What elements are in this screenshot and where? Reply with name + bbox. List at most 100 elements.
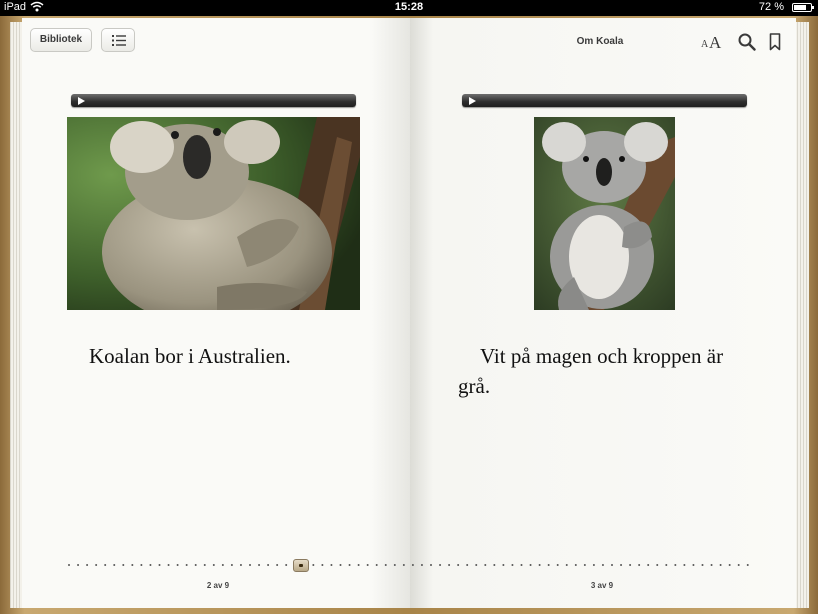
scrubber-dot — [402, 564, 405, 566]
scrubber-dot — [439, 564, 442, 566]
scrubber-dot — [719, 564, 722, 566]
scrubber-thumb[interactable] — [292, 559, 309, 572]
scrubber-dot — [683, 564, 686, 566]
scrubber-dot — [692, 564, 695, 566]
scrubber-dot — [285, 564, 288, 566]
scrubber-dot — [611, 564, 613, 566]
audio-player-left[interactable] — [71, 94, 356, 107]
scrubber-dot — [475, 564, 478, 566]
scrubber-dot — [556, 564, 559, 566]
scrubber-dot — [520, 564, 523, 566]
search-icon[interactable] — [738, 33, 756, 51]
scrubber-dot — [239, 564, 242, 566]
scrubber-dot — [674, 564, 677, 566]
scrubber-dot — [194, 564, 197, 566]
scrubber-dot — [221, 564, 224, 566]
play-icon[interactable] — [78, 97, 85, 105]
scrubber-dot — [457, 564, 460, 566]
scrubber-dot — [149, 564, 152, 566]
scrubber-dot — [430, 564, 432, 566]
scrubber-dot — [493, 564, 496, 566]
scrubber-dot — [647, 564, 650, 566]
scrubber-dot — [366, 564, 369, 566]
scrubber-dot — [565, 564, 568, 566]
scrubber-dot — [212, 564, 215, 566]
scrubber-dot — [466, 564, 469, 566]
scrubber-dot — [737, 564, 740, 566]
scrubber-dot — [86, 564, 89, 566]
bookmark-icon[interactable] — [769, 33, 781, 51]
battery-icon — [792, 3, 814, 12]
scrubber-dot — [484, 564, 487, 566]
scrubber-dot — [77, 564, 80, 566]
scrubber-dot — [411, 564, 414, 566]
scrubber-dot — [502, 564, 505, 566]
scrubber-dot — [330, 564, 333, 566]
scrubber-dot — [601, 564, 604, 566]
scrubber-dot — [393, 564, 396, 566]
scrubber-dot — [620, 564, 623, 566]
status-bar: iPad 15:28 72 % — [0, 0, 818, 16]
scrubber-dot — [167, 564, 170, 566]
scrubber-dot — [68, 564, 70, 566]
scrubber-dot — [375, 564, 378, 566]
scrubber-dot — [185, 564, 188, 566]
list-icon — [112, 35, 126, 46]
scrubber-dot — [701, 564, 704, 566]
scrubber-dot — [547, 564, 550, 566]
scrubber-dot — [176, 564, 179, 566]
font-size-icon[interactable]: A A — [700, 33, 726, 52]
book-title: Om Koala — [576, 36, 624, 47]
play-icon[interactable] — [469, 97, 476, 105]
scrubber-dot — [574, 564, 577, 566]
scrubber-dot — [746, 564, 749, 566]
page-text-left: Koalan bor i Australien. — [89, 344, 291, 368]
scrubber-dot — [656, 564, 659, 566]
font-size-small-a: A — [701, 39, 709, 50]
scrubber-dot — [276, 564, 279, 566]
scrubber-dot — [728, 564, 731, 566]
audio-player-right[interactable] — [462, 94, 747, 107]
table-of-contents-button[interactable] — [101, 28, 135, 52]
clock: 15:28 — [394, 1, 424, 13]
page-scrubber[interactable] — [66, 558, 756, 572]
koala-photo-right — [534, 117, 675, 310]
scrubber-dot — [312, 564, 315, 566]
scrubber-dot — [95, 564, 98, 566]
scrubber-dot — [638, 564, 641, 566]
scrubber-dot — [357, 564, 360, 566]
page-number-left: 2 av 9 — [206, 581, 230, 590]
scrubber-dot — [348, 564, 351, 566]
scrubber-dot — [321, 564, 324, 566]
page-number-right: 3 av 9 — [590, 581, 614, 590]
battery-percentage: 72 % — [758, 1, 784, 13]
font-size-large-a: A — [709, 33, 722, 52]
scrubber-dot — [511, 564, 514, 566]
scrubber-dot — [448, 564, 451, 566]
scrubber-dot — [249, 564, 251, 566]
scrubber-dot — [420, 564, 423, 566]
scrubber-dot — [131, 564, 134, 566]
scrubber-dot — [629, 564, 632, 566]
scrubber-dot — [538, 564, 541, 566]
scrubber-dot — [665, 564, 668, 566]
scrubber-dot — [140, 564, 143, 566]
scrubber-dot — [384, 564, 387, 566]
scrubber-dot — [592, 564, 595, 566]
scrubber-dot — [158, 564, 161, 566]
scrubber-dot — [104, 564, 107, 566]
scrubber-dot — [267, 564, 270, 566]
page-text-right: Vit på magen och kroppen är grå. — [458, 344, 724, 398]
scrubber-dot — [258, 564, 261, 566]
page-edges-right — [795, 22, 809, 608]
scrubber-dot — [203, 564, 206, 566]
scrubber-dot — [113, 564, 116, 566]
scrubber-dot — [583, 564, 586, 566]
scrubber-dot — [710, 564, 713, 566]
library-button[interactable]: Bibliotek — [30, 28, 92, 52]
scrubber-dot — [339, 564, 342, 566]
scrubber-dot — [529, 564, 532, 566]
scrubber-dot — [230, 564, 233, 566]
scrubber-dot — [122, 564, 125, 566]
koala-photo-left — [67, 117, 360, 310]
